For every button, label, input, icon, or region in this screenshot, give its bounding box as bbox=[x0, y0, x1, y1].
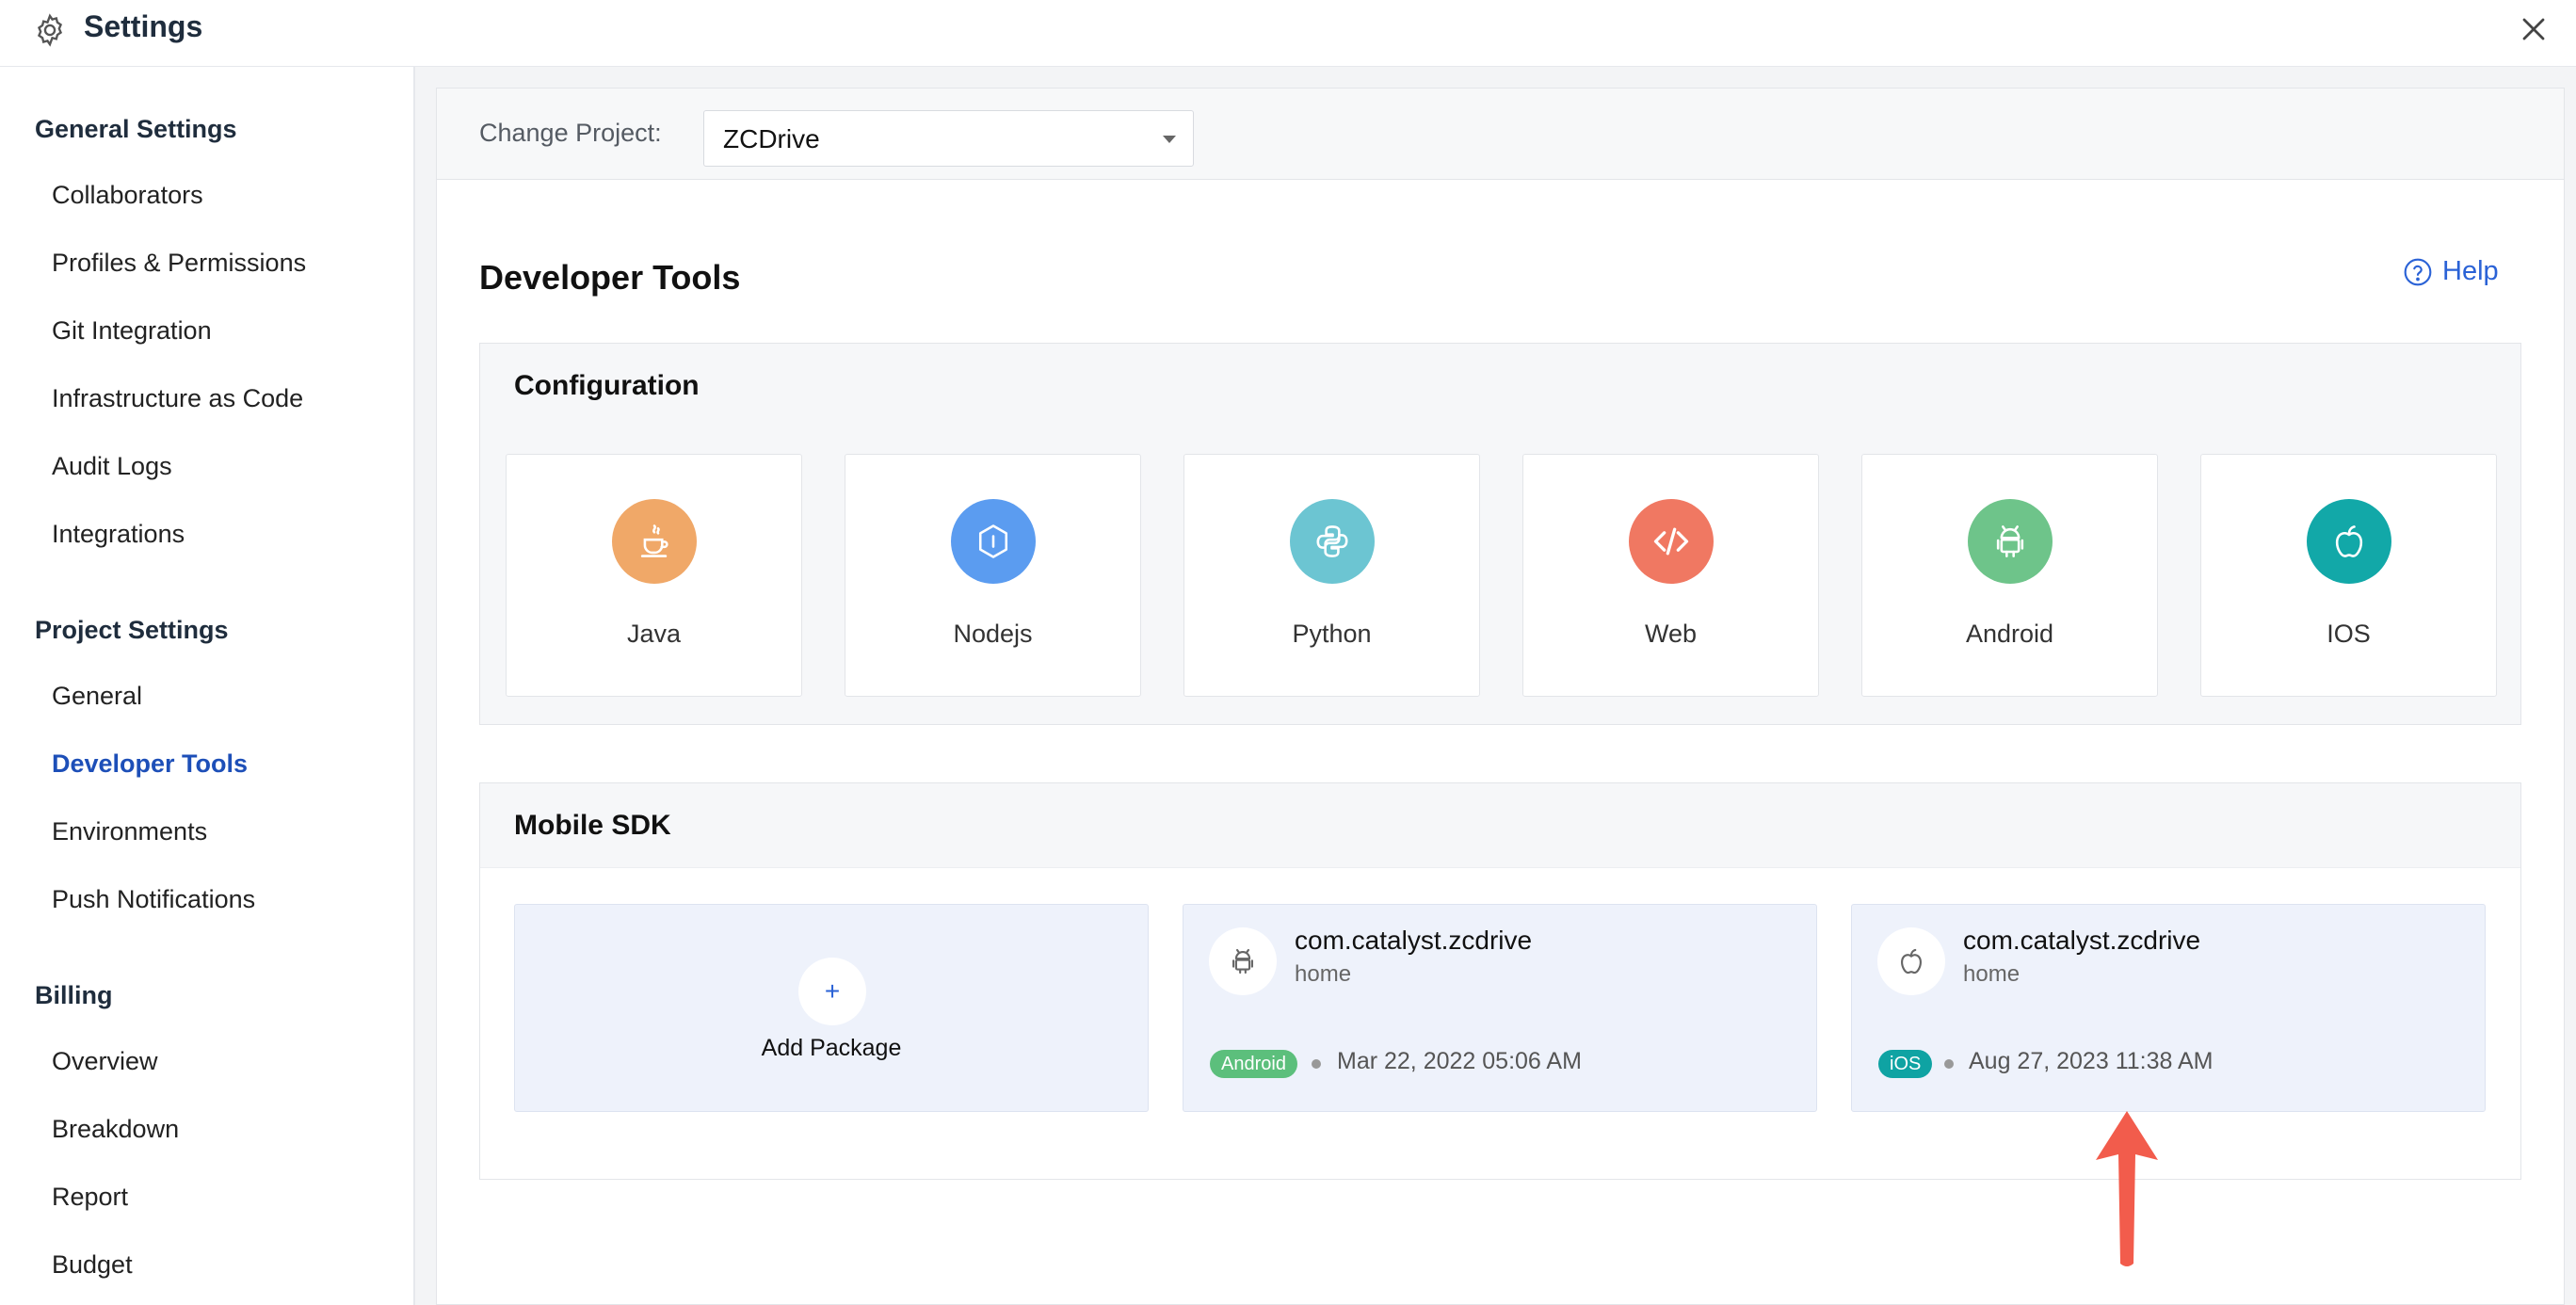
change-project-label: Change Project: bbox=[479, 119, 662, 147]
settings-header: Settings bbox=[0, 0, 2576, 67]
sidebar-item-report[interactable]: Report bbox=[52, 1183, 128, 1212]
add-package-label: Add Package bbox=[761, 1035, 902, 1061]
question-circle-icon bbox=[2404, 258, 2432, 285]
caret-down-icon bbox=[1163, 136, 1176, 143]
sidebar-item-breakdown[interactable]: Breakdown bbox=[52, 1115, 179, 1144]
project-select-value: ZCDrive bbox=[723, 124, 820, 153]
package-date: Aug 27, 2023 11:38 AM bbox=[1969, 1048, 2214, 1074]
config-tile-android[interactable]: Android bbox=[1861, 454, 2158, 697]
sidebar-item-git-integration[interactable]: Git Integration bbox=[52, 316, 212, 346]
package-name: com.catalyst.zcdrive bbox=[1295, 926, 1533, 955]
sidebar-item-budget[interactable]: Budget bbox=[52, 1250, 133, 1280]
tile-label: Android bbox=[1965, 620, 2054, 648]
sidebar-item-profiles-permissions[interactable]: Profiles & Permissions bbox=[52, 249, 306, 278]
mobile-sdk-title: Mobile SDK bbox=[514, 810, 671, 841]
sidebar-item-developer-tools[interactable]: Developer Tools bbox=[52, 749, 248, 779]
sidebar-item-general[interactable]: General bbox=[52, 682, 142, 711]
sidebar-heading-project: Project Settings bbox=[35, 616, 229, 644]
sidebar-item-integrations[interactable]: Integrations bbox=[52, 520, 185, 549]
nodejs-icon bbox=[978, 524, 1008, 558]
close-icon[interactable] bbox=[2520, 15, 2548, 43]
gear-icon bbox=[37, 13, 63, 47]
configuration-section: Configuration Java Nodejs Python Web And… bbox=[479, 343, 2521, 725]
tile-icon-circle bbox=[1629, 499, 1714, 584]
sidebar-item-push-notifications[interactable]: Push Notifications bbox=[52, 885, 255, 914]
tile-label: Web bbox=[1644, 620, 1698, 648]
package-icon-circle bbox=[1877, 927, 1945, 995]
tile-icon-circle bbox=[1968, 499, 2053, 584]
package-sub: home bbox=[1963, 961, 2021, 987]
sidebar-item-infrastructure-as-code[interactable]: Infrastructure as Code bbox=[52, 384, 303, 413]
android-icon bbox=[1232, 948, 1253, 975]
separator-dot bbox=[1944, 1059, 1954, 1069]
content-panel: Change Project: ZCDrive Developer Tools … bbox=[436, 88, 2565, 1305]
configuration-title: Configuration bbox=[514, 370, 700, 401]
settings-sidebar: General Settings Collaborators Profiles … bbox=[0, 67, 415, 1305]
package-date: Mar 22, 2022 05:06 AM bbox=[1337, 1048, 1582, 1074]
sidebar-item-audit-logs[interactable]: Audit Logs bbox=[52, 452, 172, 481]
config-tile-ios[interactable]: IOS bbox=[2200, 454, 2497, 697]
tile-label: Python bbox=[1292, 620, 1372, 648]
platform-badge: Android bbox=[1210, 1050, 1297, 1078]
platform-badge: iOS bbox=[1878, 1050, 1933, 1078]
page-header-title: Settings bbox=[84, 9, 203, 43]
tile-label: Java bbox=[626, 620, 682, 648]
config-tile-java[interactable]: Java bbox=[506, 454, 802, 697]
config-tile-web[interactable]: Web bbox=[1522, 454, 1819, 697]
package-card-ios[interactable]: com.catalyst.zcdrive home iOS Aug 27, 20… bbox=[1851, 904, 2486, 1112]
sidebar-item-environments[interactable]: Environments bbox=[52, 817, 207, 846]
package-sub: home bbox=[1295, 961, 1352, 987]
mobile-sdk-header: Mobile SDK bbox=[480, 783, 2520, 868]
tile-icon-circle bbox=[2307, 499, 2391, 584]
java-icon bbox=[640, 524, 668, 557]
sidebar-item-overview[interactable]: Overview bbox=[52, 1047, 158, 1076]
tile-label: Nodejs bbox=[953, 620, 1033, 648]
android-icon bbox=[1996, 525, 2024, 557]
project-bar: Change Project: ZCDrive bbox=[437, 89, 2564, 180]
help-label: Help bbox=[2442, 256, 2499, 286]
sidebar-item-collaborators[interactable]: Collaborators bbox=[52, 181, 203, 210]
tile-icon-circle bbox=[951, 499, 1036, 584]
package-card-android[interactable]: com.catalyst.zcdrive home Android Mar 22… bbox=[1183, 904, 1817, 1112]
help-link[interactable]: Help bbox=[2403, 256, 2499, 287]
config-tile-python[interactable]: Python bbox=[1183, 454, 1480, 697]
sidebar-heading-general: General Settings bbox=[35, 115, 237, 143]
add-package-card[interactable]: + Add Package bbox=[514, 904, 1149, 1112]
package-icon-circle bbox=[1209, 927, 1277, 995]
tile-icon-circle bbox=[1290, 499, 1375, 584]
plus-icon[interactable]: + bbox=[798, 958, 866, 1025]
mobile-sdk-section: Mobile SDK + Add Package com.catalyst.zc… bbox=[479, 782, 2521, 1180]
annotation-arrow-icon bbox=[2096, 1111, 2158, 1266]
tile-label: IOS bbox=[2326, 620, 2371, 648]
separator-dot bbox=[1312, 1059, 1321, 1069]
python-icon bbox=[1316, 525, 1348, 557]
project-select[interactable]: ZCDrive bbox=[703, 110, 1194, 167]
code-icon bbox=[1653, 527, 1689, 556]
sidebar-heading-billing: Billing bbox=[35, 981, 113, 1009]
main-area: Change Project: ZCDrive Developer Tools … bbox=[415, 67, 2576, 1305]
tile-icon-circle bbox=[612, 499, 697, 584]
apple-icon bbox=[1901, 948, 1922, 975]
page-title: Developer Tools bbox=[479, 258, 741, 297]
apple-icon bbox=[2335, 525, 2363, 557]
package-name: com.catalyst.zcdrive bbox=[1963, 926, 2201, 955]
config-tile-nodejs[interactable]: Nodejs bbox=[845, 454, 1141, 697]
